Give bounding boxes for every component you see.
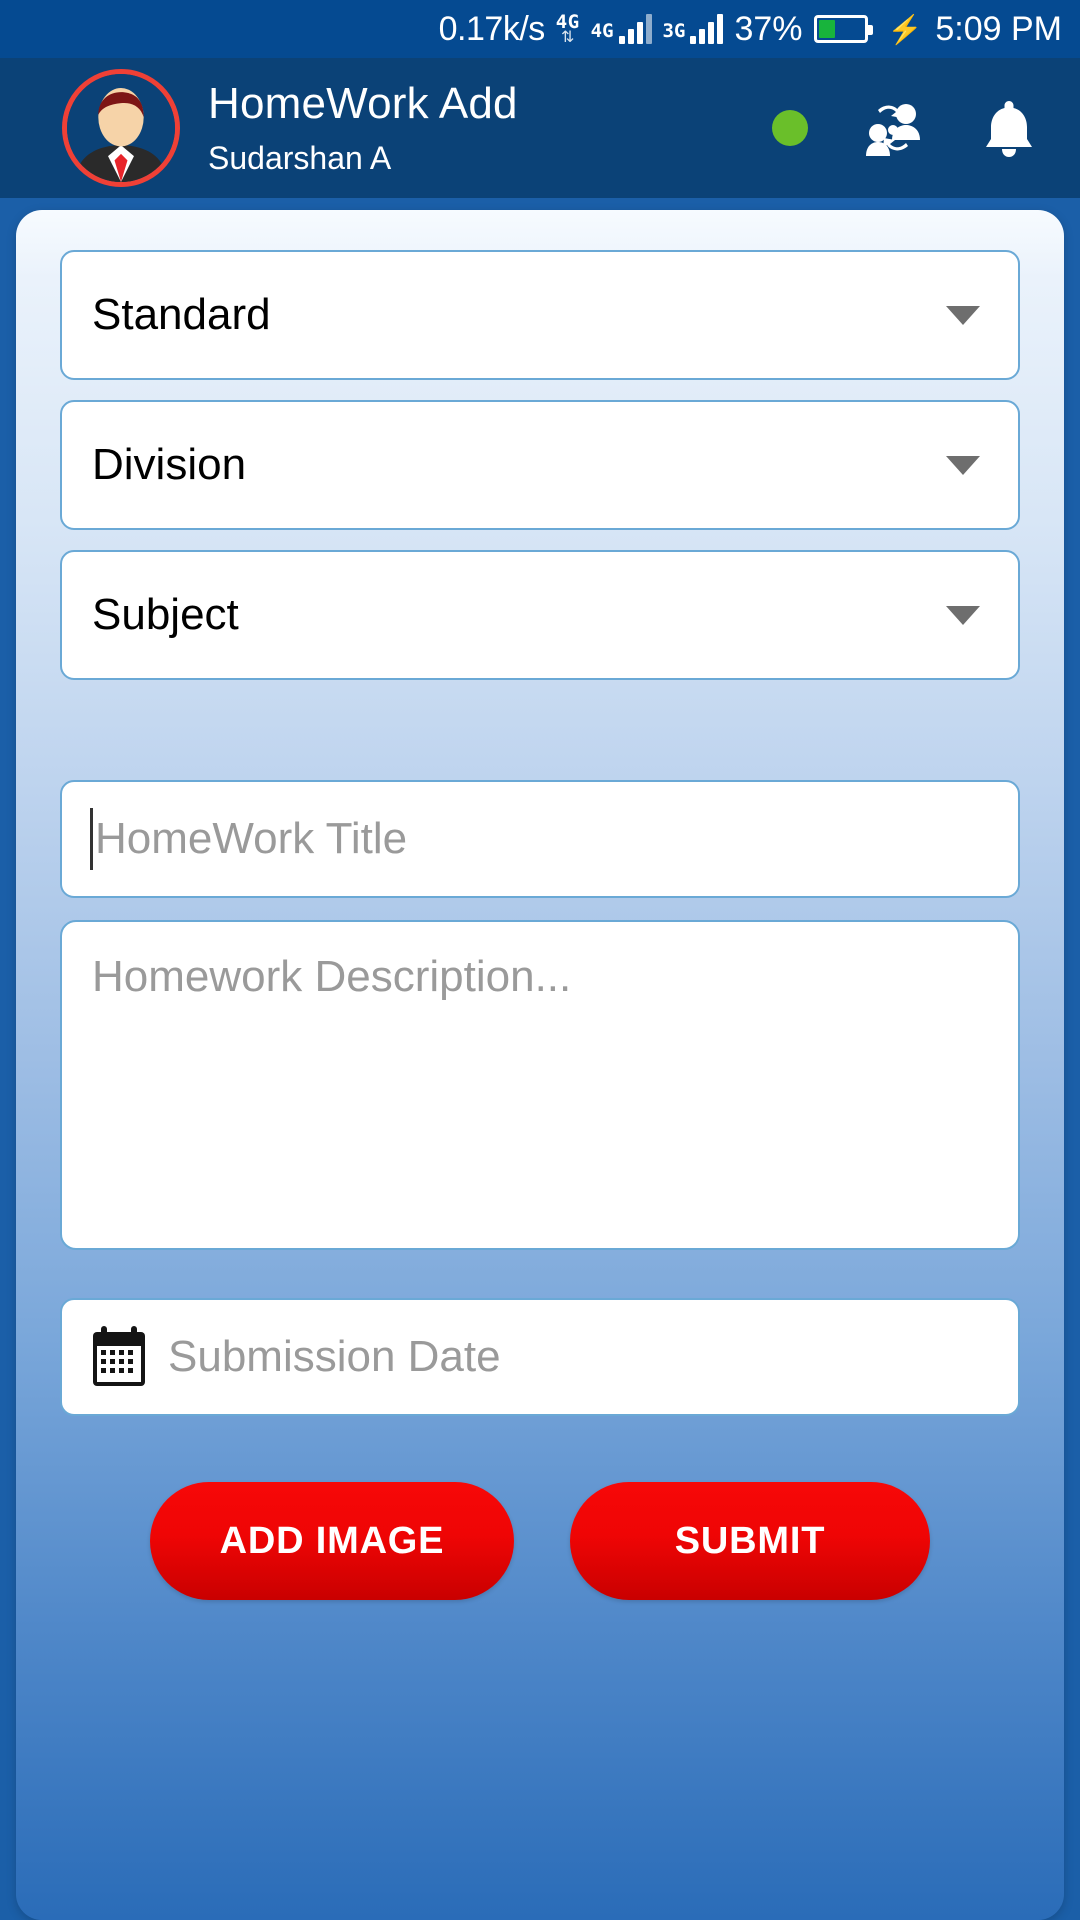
division-select-label: Division xyxy=(92,440,247,489)
standard-select[interactable]: Standard xyxy=(60,250,1020,380)
app-bar: HomeWork Add Sudarshan A xyxy=(0,58,1080,198)
homework-description-placeholder: Homework Description... xyxy=(92,952,572,1001)
battery-percent-text: 37% xyxy=(734,9,803,48)
sim2-signal: 3G xyxy=(663,14,724,44)
data-transfer-arrows-icon: 4G ⇅ xyxy=(556,12,580,46)
form-actions: ADD IMAGE SUBMIT xyxy=(60,1482,1020,1600)
submission-date-placeholder: Submission Date xyxy=(168,1332,501,1381)
submit-button[interactable]: SUBMIT xyxy=(570,1482,930,1600)
text-cursor xyxy=(90,808,93,870)
user-name-label: Sudarshan A xyxy=(208,139,392,176)
chevron-down-icon xyxy=(946,305,980,325)
switch-user-icon[interactable] xyxy=(862,97,924,159)
sim1-label: 4G xyxy=(590,20,614,42)
clock-text: 5:09 PM xyxy=(935,9,1062,48)
chevron-down-icon xyxy=(946,605,980,625)
chevron-down-icon xyxy=(946,455,980,475)
signal-bars-icon xyxy=(618,14,652,44)
page-title: HomeWork Add xyxy=(208,79,518,129)
sim1-signal: 4G xyxy=(591,14,652,44)
network-speed-text: 0.17k/s xyxy=(438,9,546,48)
calendar-icon xyxy=(88,1324,150,1390)
online-status-dot xyxy=(772,110,808,146)
bell-icon[interactable] xyxy=(978,97,1040,159)
arrows-glyph: ⇅ xyxy=(561,28,575,46)
bolt-icon: ⚡ xyxy=(887,13,923,45)
submission-date-input[interactable]: Submission Date xyxy=(60,1298,1020,1416)
status-bar: 0.17k/s 4G ⇅ 4G 3G 37% ⚡ 5:09 PM xyxy=(0,0,1080,58)
app-bar-actions xyxy=(772,97,1058,159)
add-image-button[interactable]: ADD IMAGE xyxy=(150,1482,514,1600)
sim2-label: 3G xyxy=(662,20,686,42)
subject-select-label: Subject xyxy=(92,590,239,639)
avatar[interactable] xyxy=(62,69,180,187)
subject-select[interactable]: Subject xyxy=(60,550,1020,680)
homework-title-placeholder: HomeWork Title xyxy=(95,814,408,863)
homework-title-input[interactable]: HomeWork Title xyxy=(60,780,1020,898)
battery-icon xyxy=(813,15,873,43)
division-select[interactable]: Division xyxy=(60,400,1020,530)
user-avatar-icon xyxy=(67,74,175,182)
signal-bars-icon xyxy=(690,14,724,44)
app-title-block: HomeWork Add Sudarshan A xyxy=(208,79,772,176)
standard-select-label: Standard xyxy=(92,290,271,339)
homework-form-card: Standard Division Subject HomeWork Title… xyxy=(16,210,1064,1920)
homework-description-input[interactable]: Homework Description... xyxy=(60,920,1020,1250)
